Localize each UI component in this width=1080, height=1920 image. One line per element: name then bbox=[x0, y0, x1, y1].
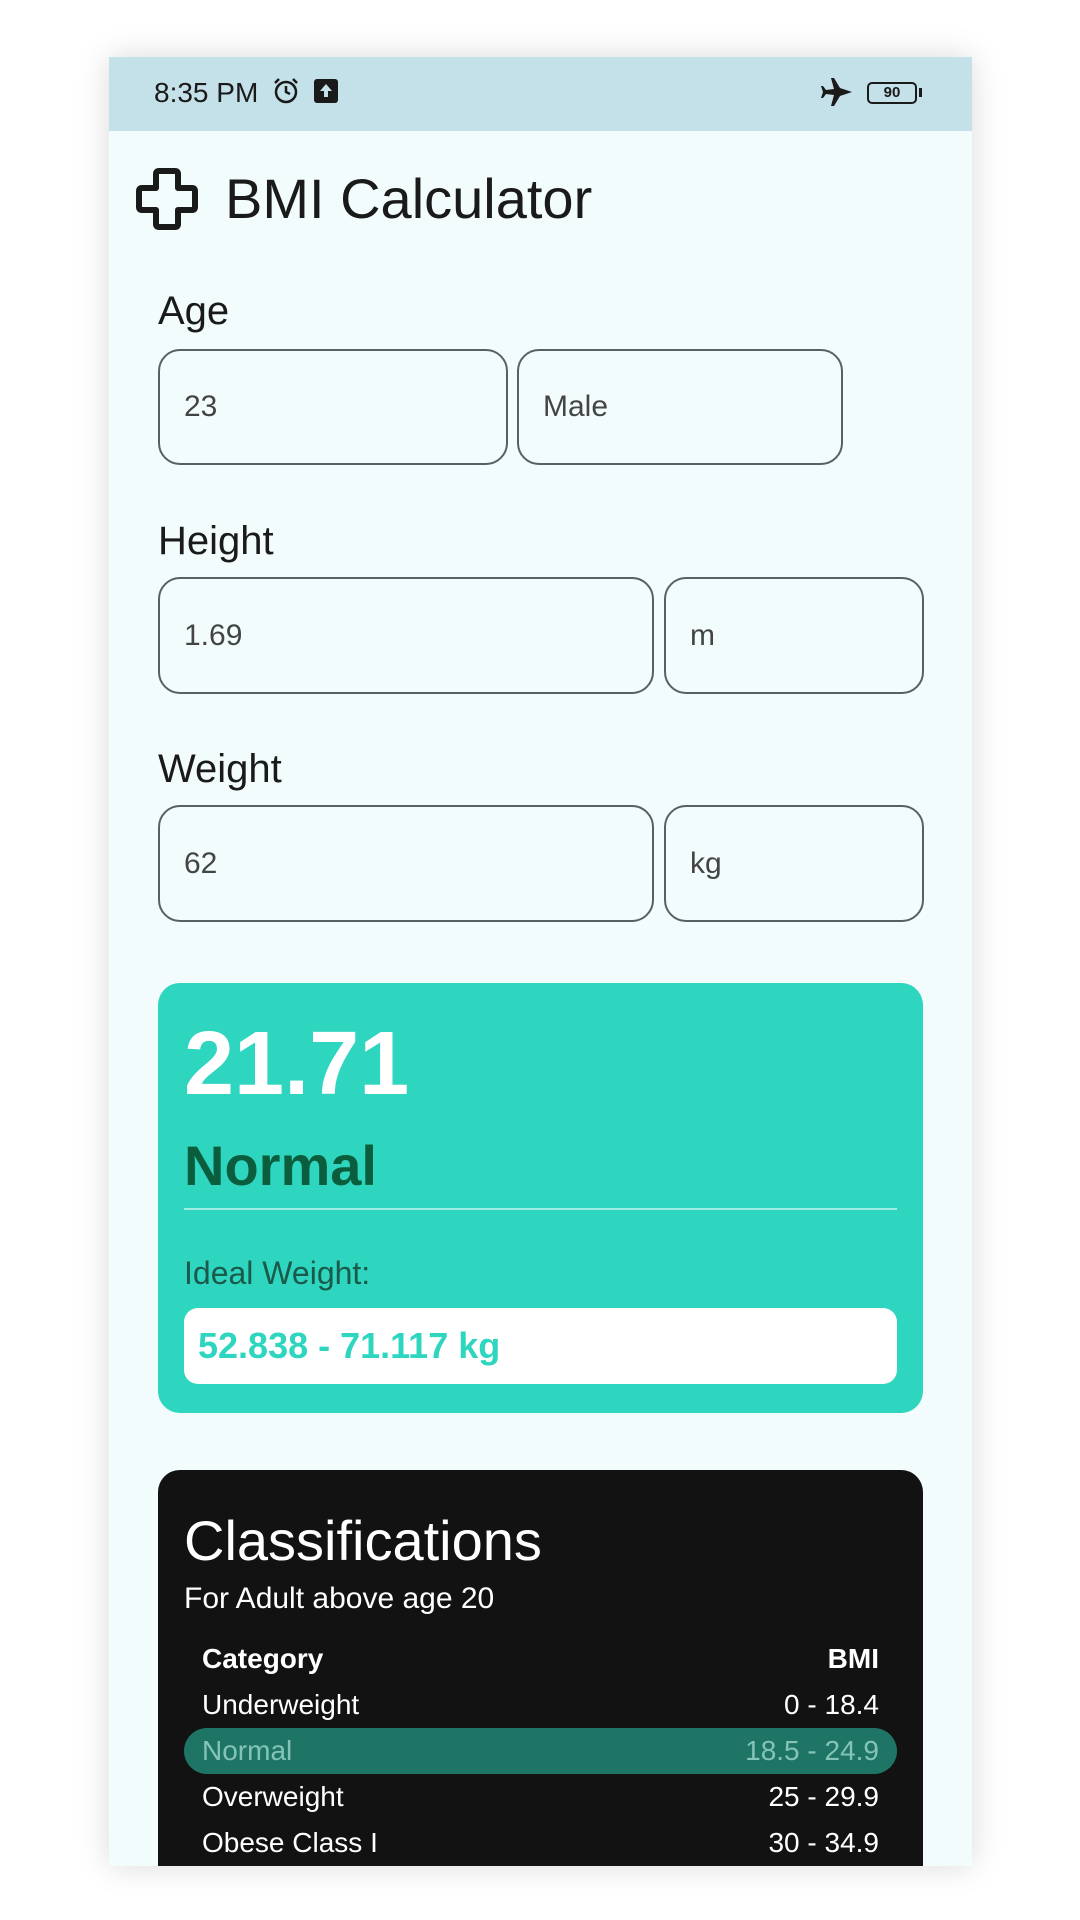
height-unit-select[interactable]: m bbox=[664, 577, 924, 694]
table-row: Underweight 0 - 18.4 bbox=[184, 1682, 897, 1728]
ideal-weight-label: Ideal Weight: bbox=[184, 1255, 371, 1291]
battery-tip bbox=[919, 88, 922, 97]
row-bmi: 25 - 29.9 bbox=[768, 1781, 879, 1812]
alarm-icon bbox=[274, 78, 298, 104]
row-category: Underweight bbox=[202, 1689, 360, 1720]
classifications-subtitle: For Adult above age 20 bbox=[184, 1582, 495, 1615]
bmi-category: Normal bbox=[184, 1134, 377, 1197]
table-row: Obese Class I 30 - 34.9 bbox=[184, 1820, 897, 1866]
row-category: Overweight bbox=[202, 1781, 344, 1812]
result-card: 21.71 Normal Ideal Weight: 52.838 - 71.1… bbox=[158, 983, 923, 1413]
height-input[interactable]: 1.69 bbox=[158, 577, 654, 694]
plus-icon bbox=[136, 168, 198, 230]
battery-icon: 90 bbox=[867, 82, 917, 104]
phone-screen: 8:35 PM 90 BMI Calculator Age 23 Male He… bbox=[109, 57, 972, 1866]
bmi-value: 21.71 bbox=[184, 1014, 410, 1114]
classifications-card: Classifications For Adult above age 20 C… bbox=[158, 1470, 923, 1866]
table-row: Overweight 25 - 29.9 bbox=[184, 1774, 897, 1820]
table-row-highlighted: Normal 18.5 - 24.9 bbox=[184, 1728, 897, 1774]
ideal-weight-value: 52.838 - 71.117 kg bbox=[184, 1308, 897, 1384]
category-column-header: Category bbox=[202, 1643, 324, 1674]
upload-icon bbox=[314, 79, 338, 103]
weight-label: Weight bbox=[158, 747, 282, 791]
bmi-column-header: BMI bbox=[827, 1643, 879, 1674]
row-category: Obese Class I bbox=[202, 1827, 378, 1858]
row-category: Normal bbox=[202, 1735, 293, 1766]
row-bmi: 18.5 - 24.9 bbox=[745, 1735, 879, 1766]
row-bmi: 0 - 18.4 bbox=[784, 1689, 879, 1720]
gender-select[interactable]: Male bbox=[517, 349, 843, 465]
table-header: Category BMI bbox=[184, 1636, 897, 1682]
age-label: Age bbox=[158, 289, 230, 333]
age-input[interactable]: 23 bbox=[158, 349, 508, 465]
status-bar: 8:35 PM 90 bbox=[109, 57, 972, 131]
row-bmi: 30 - 34.9 bbox=[768, 1827, 879, 1858]
status-time: 8:35 PM bbox=[154, 77, 259, 108]
airplane-icon bbox=[821, 78, 852, 106]
result-divider bbox=[184, 1208, 897, 1210]
weight-unit-select[interactable]: kg bbox=[664, 805, 924, 922]
weight-input[interactable]: 62 bbox=[158, 805, 654, 922]
classifications-title: Classifications bbox=[184, 1509, 542, 1572]
height-label: Height bbox=[158, 519, 274, 563]
page-title: BMI Calculator bbox=[225, 167, 593, 230]
